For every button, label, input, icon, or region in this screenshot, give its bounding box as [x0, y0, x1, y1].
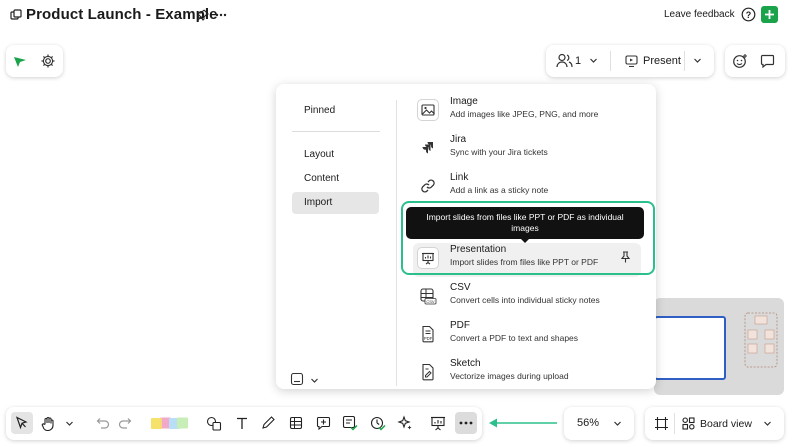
social-panel: [725, 45, 785, 77]
frames-icon[interactable]: [654, 416, 669, 431]
select-tool-icon[interactable]: [11, 412, 33, 434]
category-divider: [292, 131, 380, 132]
shapes-icon[interactable]: [203, 412, 225, 434]
settings-gear-icon[interactable]: [40, 53, 56, 69]
board-view-chevron-icon[interactable]: [763, 419, 772, 428]
leave-feedback-link[interactable]: Leave feedback: [664, 9, 735, 20]
menu-divider: [396, 100, 397, 386]
sketch-icon: [417, 361, 439, 383]
menu-item-image[interactable]: Image Add images like JPEG, PNG, and mor…: [413, 95, 641, 129]
help-icon[interactable]: ?: [741, 7, 756, 22]
menu-item-title: PDF: [450, 320, 470, 331]
add-button[interactable]: [761, 6, 778, 23]
pen-tool-icon[interactable]: [257, 412, 279, 434]
menu-item-description: Add a link as a sticky note: [450, 185, 549, 195]
reactions-icon[interactable]: [732, 53, 748, 69]
table-tool-icon[interactable]: [285, 412, 307, 434]
zoom-chevron-icon[interactable]: [613, 419, 622, 428]
board-view-panel: Board view: [645, 407, 784, 440]
more-tools-icon[interactable]: [455, 412, 477, 434]
menu-item-title: CSV: [450, 282, 471, 293]
csv-icon: CSV: [417, 285, 439, 307]
hand-tool-icon[interactable]: [37, 412, 59, 434]
menu-item-title: Sketch: [450, 358, 481, 369]
jira-icon: [417, 137, 439, 159]
participants-count[interactable]: 1: [575, 55, 581, 67]
title-bar: Product Launch - Example Leave feedback …: [0, 0, 792, 30]
svg-text:?: ?: [746, 10, 752, 20]
send-icon[interactable]: [13, 54, 27, 68]
pin-icon[interactable]: [197, 9, 209, 21]
chevron-down-icon[interactable]: [589, 56, 598, 65]
divider: [684, 51, 685, 71]
tooltip: Import slides from files like PPT or PDF…: [406, 207, 644, 239]
ai-sparkle-icon[interactable]: [394, 412, 416, 434]
collab-panel: 1 Present: [546, 45, 714, 77]
more-options-icon[interactable]: [215, 9, 227, 21]
menu-item-description: Convert a PDF to text and shapes: [450, 333, 579, 343]
category-content[interactable]: Content: [292, 168, 379, 190]
tooltip-arrow: [520, 238, 530, 243]
menu-item-jira[interactable]: Jira Sync with your Jira tickets: [413, 133, 641, 167]
category-pinned[interactable]: Pinned: [292, 100, 379, 122]
preview-shapes: [744, 312, 778, 368]
menu-item-title: Jira: [450, 134, 467, 145]
board-view-icon[interactable]: [682, 417, 695, 430]
link-icon: [417, 175, 439, 197]
menu-footer-frame-icon[interactable]: [290, 372, 304, 386]
text-tool-icon[interactable]: [231, 412, 253, 434]
duplicate-board-icon[interactable]: [10, 9, 22, 21]
arrow-annotation-icon: [488, 417, 558, 429]
menu-item-csv[interactable]: CSV CSV Convert cells into individual st…: [413, 281, 641, 315]
board-view-label[interactable]: Board view: [700, 418, 752, 430]
category-layout[interactable]: Layout: [292, 144, 379, 166]
svg-text:CSV: CSV: [426, 299, 435, 304]
menu-item-title: Link: [450, 172, 469, 183]
divider: [610, 51, 611, 71]
plus-icon: [765, 10, 774, 19]
bottom-toolbar: [6, 407, 482, 440]
pdf-icon: PDF: [417, 323, 439, 345]
svg-text:PDF: PDF: [424, 336, 433, 341]
menu-item-link[interactable]: Link Add a link as a sticky note: [413, 171, 641, 205]
board-title[interactable]: Product Launch - Example: [26, 6, 218, 23]
timer-tool-icon[interactable]: [367, 412, 389, 434]
left-top-panel: [6, 45, 63, 77]
present-options-chevron-icon[interactable]: [693, 56, 702, 65]
image-icon: [417, 99, 439, 121]
menu-item-title: Image: [450, 96, 478, 107]
menu-item-description: Convert cells into individual sticky not…: [450, 295, 600, 305]
zoom-level[interactable]: 56%: [577, 417, 599, 429]
menu-item-description: Sync with your Jira tickets: [450, 147, 548, 157]
menu-item-sketch[interactable]: Sketch Vectorize images during upload: [413, 357, 641, 391]
comments-icon[interactable]: [760, 54, 775, 68]
checklist-tool-icon[interactable]: [339, 412, 361, 434]
users-icon[interactable]: [556, 53, 573, 68]
redo-icon[interactable]: [114, 412, 136, 434]
menu-item-description: Add images like JPEG, PNG, and more: [450, 109, 599, 119]
category-import[interactable]: Import: [292, 192, 379, 214]
presentation-tool-icon[interactable]: [427, 412, 449, 434]
menu-item-pdf[interactable]: PDF PDF Convert a PDF to text and shapes: [413, 319, 641, 353]
divider: [674, 413, 675, 434]
present-icon[interactable]: [625, 55, 638, 67]
sticky-notes-icon[interactable]: [150, 412, 190, 434]
toolbar-expand-chevron-icon[interactable]: [62, 412, 76, 434]
board-preview[interactable]: [654, 298, 784, 395]
viewport-frame[interactable]: [654, 316, 726, 380]
undo-icon[interactable]: [92, 412, 114, 434]
comment-tool-icon[interactable]: [312, 412, 334, 434]
zoom-control[interactable]: 56%: [564, 407, 634, 440]
present-button[interactable]: Present: [643, 55, 681, 67]
menu-item-description: Vectorize images during upload: [450, 371, 569, 381]
menu-footer-chevron-icon[interactable]: [310, 376, 319, 385]
